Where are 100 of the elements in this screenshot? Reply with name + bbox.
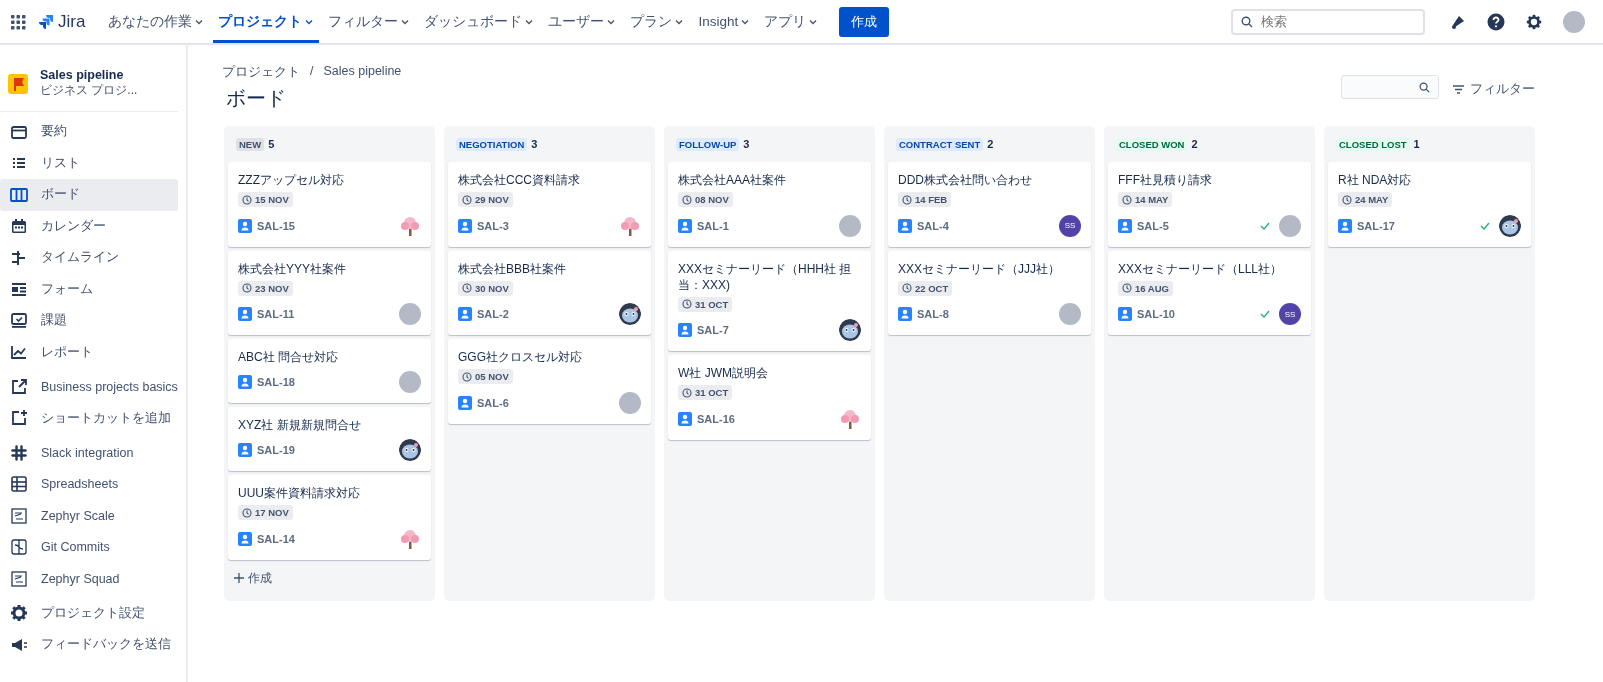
sidebar-item[interactable]: フォーム [0,273,178,305]
issue-key[interactable]: SAL-16 [697,412,834,425]
create-issue-button[interactable]: 作成 [228,563,278,593]
issue-card[interactable]: DDD株式会社問い合わせ 14 FEB SAL-4 SS [888,162,1091,247]
nav-menu[interactable]: ダッシュボード [419,0,540,43]
issue-card[interactable]: XYZ社 新規新規問合せ SAL-19 [228,407,431,471]
sidebar-item[interactable]: カレンダー [0,210,178,242]
avatar-photo-placeholder [1279,214,1301,237]
issue-key[interactable]: SAL-18 [257,376,394,388]
sidebar-item[interactable]: プロジェクト設定 [0,597,178,629]
issue-count: 2 [1191,138,1198,150]
board-search-field[interactable] [1341,75,1439,99]
issue-key[interactable]: SAL-11 [257,308,394,320]
card-title: 株式会社AAA社案件 [678,172,787,188]
issue-key[interactable]: SAL-6 [477,396,614,409]
issue-card[interactable]: 株式会社YYY社案件 23 NOV SAL-11 [228,250,431,335]
sidebar-item[interactable]: ボード [0,179,178,211]
breadcrumb-link[interactable]: Sales pipeline [323,64,402,81]
issue-key[interactable]: SAL-1 [697,219,834,232]
issue-key[interactable]: SAL-3 [477,219,614,232]
sidebar-item[interactable]: レポート [0,336,178,368]
issue-card[interactable]: UUU案件資料請求対応 17 NOV SAL-14 [228,475,431,560]
person-type-icon [458,307,472,321]
nav-menu[interactable]: ユーザー [543,0,622,43]
settings-icon[interactable] [1525,12,1543,31]
avatar-photo-placeholder [399,371,421,393]
app-grid-icon[interactable] [10,13,26,30]
breadcrumb-link[interactable]: プロジェクト [222,64,300,81]
filter-button[interactable]: フィルター [1453,77,1535,102]
sidebar-item[interactable]: 要約 [0,116,178,148]
project-type: ビジネス プロジ... [40,82,138,99]
sidebar-item[interactable]: Zephyr Scale [0,500,178,532]
sidebar-item[interactable]: Zephyr Squad [0,563,178,595]
clock-icon [462,283,472,293]
issue-count: 2 [987,138,994,150]
app-icon [9,505,29,526]
nav-menu[interactable]: プロジェクト [213,0,320,43]
sidebar-item[interactable]: リスト [0,147,178,179]
search-field[interactable]: 検索 [1231,8,1425,35]
clock-icon [1122,194,1132,205]
nav-menu[interactable]: プラン [625,0,690,43]
issue-card[interactable]: R社 NDA対応 24 MAY SAL-17 [1328,162,1531,247]
sidebar-item[interactable]: タイムライン [0,242,178,274]
issue-card[interactable]: FFF社見積り請求 14 MAY SAL-5 [1108,162,1311,247]
blossom-tree-icon [839,407,861,430]
issue-key[interactable]: SAL-7 [697,324,834,336]
sidebar-item[interactable]: Slack integration [0,437,178,469]
card-title: UUU案件資料請求対応 [238,485,361,501]
issue-card[interactable]: ZZZアップセル対応 15 NOV SAL-15 [228,162,431,247]
issue-card[interactable]: XXXセミナーリード（JJJ社） 22 OCT SAL-8 [888,250,1091,335]
issue-key[interactable]: SAL-4 [917,219,1054,232]
issue-card[interactable]: XXXセミナーリード（LLL社） 16 AUG SAL-10 SS [1108,250,1311,335]
git-icon [9,537,29,558]
page-title: ボード [226,86,287,111]
app-name: Jira [58,11,86,32]
person-type-icon [1118,307,1132,321]
issue-key[interactable]: SAL-15 [257,219,394,232]
blossom-tree-icon [399,527,421,550]
table-icon [9,474,29,495]
issue-card[interactable]: XXXセミナーリード（HHH社 担当：XXX) 31 OCT SAL-7 [668,250,871,351]
issue-card[interactable]: 株式会社AAA社案件 08 NOV SAL-1 [668,162,871,247]
issue-card[interactable]: GGG社クロスセル対応 05 NOV SAL-6 [448,339,651,424]
issue-key[interactable]: SAL-8 [917,308,1054,320]
clock-icon [242,194,252,205]
clock-icon [462,194,472,205]
user-avatar: SS [1279,303,1301,325]
issue-key[interactable]: SAL-17 [1357,219,1475,232]
due-date: 15 NOV [238,192,293,207]
issue-key[interactable]: SAL-14 [257,532,394,545]
issue-key[interactable]: SAL-10 [1137,308,1255,320]
sidebar-item[interactable]: Business projects basics [0,371,178,403]
clock-icon [682,299,692,309]
sidebar-item[interactable]: 課題 [0,305,178,337]
nav-menu[interactable]: あなたの作業 [103,0,210,43]
person-type-icon [458,218,472,233]
sidebar-item[interactable]: ショートカットを追加 [0,402,178,434]
create-button[interactable]: 作成 [839,6,890,37]
issue-card[interactable]: 株式会社CCC資料請求 29 NOV SAL-3 [448,162,651,247]
blossom-tree-icon [399,214,421,237]
nav-menu[interactable]: アプリ [759,0,824,43]
nav-menu[interactable]: Insight [693,0,756,43]
search-icon [1241,15,1253,28]
issue-key[interactable]: SAL-2 [477,308,614,320]
project-name: Sales pipeline [40,68,125,82]
avatar-photo-placeholder [1059,303,1081,325]
card-title: R社 NDA対応 [1338,172,1413,188]
issue-card[interactable]: W社 JWM説明会 31 OCT SAL-16 [668,355,871,440]
status-lozenge: FOLLOW-UP [676,137,740,151]
issue-card[interactable]: 株式会社BBB社案件 30 NOV SAL-2 [448,250,651,335]
issue-key[interactable]: SAL-5 [1137,219,1255,232]
sidebar-item[interactable]: Git Commits [0,531,178,563]
status-lozenge: NEGOTIATION [456,137,528,151]
nav-menu[interactable]: フィルター [323,0,416,43]
card-title: XXXセミナーリード（HHH社 担当：XXX) [678,260,853,293]
help-icon[interactable] [1487,12,1505,31]
issue-key[interactable]: SAL-19 [257,444,394,456]
robot-avatar-icon [1499,214,1521,237]
issue-card[interactable]: ABC社 問合せ対応 SAL-18 [228,339,431,403]
sidebar-item[interactable]: Spreadsheets [0,468,178,500]
sidebar-item[interactable]: フィードバックを送信 [0,629,178,661]
